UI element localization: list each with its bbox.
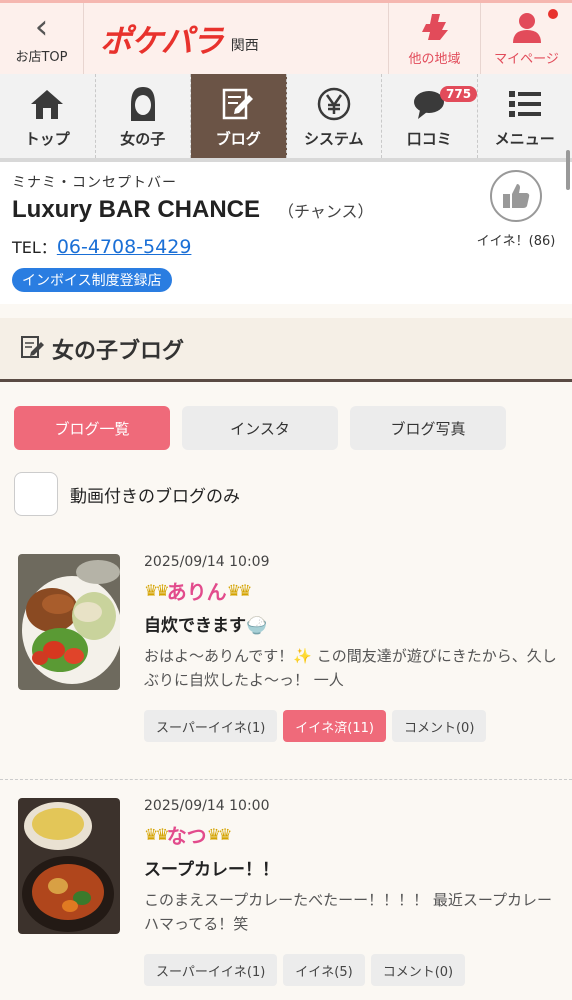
other-area-label: 他の地域 [408,52,461,67]
back-to-shop-top-button[interactable]: ‹ お店TOP [0,3,84,74]
like-button[interactable]: イイネ済(11) [283,710,386,742]
nav-item-girls[interactable]: 女の子 [96,74,191,158]
girl-name-text: なつ [166,824,207,848]
mypage-label: マイページ [494,52,559,67]
nav-label: 口コミ [406,129,452,148]
shop-name-text: Luxury BAR CHANCE [12,196,261,223]
nav-item-reviews[interactable]: 775 口コミ [382,74,478,158]
region-label: 関西 [230,37,259,54]
blog-post-list: 2025/09/14 10:09 ♛♛ ありん ♛♛ 自炊できます🍚 おはよ〜ありん… [0,554,572,1000]
tel-label: TEL： [12,238,57,257]
comment-button[interactable]: コメント(0) [391,710,487,742]
video-only-toggle[interactable]: 動画付きのブログのみ [0,450,572,516]
nav-item-blog[interactable]: ブログ [191,74,287,158]
nav-label: メニュー [494,129,555,148]
post-excerpt: おはよ〜ありんです！✨ この間友達が遊びにきたから、久しぶりに自炊したよ〜っ！ … [144,647,557,689]
home-icon [30,84,64,124]
thumbs-up-icon [490,170,542,222]
nav-label: ブログ [215,129,261,148]
area-map-icon [418,10,452,44]
post-date: 2025/09/14 10:09 [144,554,270,570]
shop-like-button[interactable]: イイネ！(86) [472,170,560,249]
bunny-icon: ♛♛ [144,825,170,844]
post-actions: スーパーイイネ(1) イイネ済(11) コメント(0) [144,710,487,742]
video-only-label: 動画付きのブログのみ [70,486,240,507]
post-body: 2025/09/14 10:00 ♛♛ なつ ♛♛ スープカレー！！ このまえスープ… [144,798,560,936]
menu-icon [508,84,541,124]
post-girl-name[interactable]: ♛♛ ありん ♛♛ [144,576,560,605]
post-actions: スーパーイイネ(1) イイネ(5) コメント(0) [144,954,466,986]
mypage-button[interactable]: マイページ [480,3,572,74]
section-heading: 女の子ブログ [0,318,572,382]
notification-dot [548,9,558,19]
comment-button[interactable]: コメント(0) [370,954,466,986]
nav-item-system[interactable]: システム [287,74,382,158]
chevron-left-icon: ‹ [34,7,49,47]
invoice-badge: インボイス制度登録店 [12,268,172,292]
super-like-button[interactable]: スーパーイイネ(1) [144,954,278,986]
shop-kana: （チャンス） [278,204,374,221]
site-logo: ポケパラ [100,21,224,60]
tel-link[interactable]: 06-4708-5429 [57,236,192,258]
bunny-icon: ♛♛ [226,581,253,600]
yen-icon [317,84,351,124]
post-thumbnail[interactable] [18,798,120,934]
nav-label: 女の子 [120,129,166,148]
bunny-icon: ♛♛ [144,581,170,600]
brand[interactable]: ポケパラ 関西 [84,3,388,74]
filter-blog-photos[interactable]: ブログ写真 [350,406,506,450]
nav-label: システム [303,129,364,148]
filter-insta[interactable]: インスタ [182,406,338,450]
nav-item-top[interactable]: トップ [0,74,96,158]
back-label: お店TOP [15,50,68,65]
blog-icon [221,84,255,124]
post-title[interactable]: スープカレー！！ [144,855,560,880]
post-thumbnail[interactable] [18,554,120,690]
post-excerpt: このまえスープカレーたべたーー！！！！ 最近スープカレーハマってる！笑 [144,891,552,933]
review-count-badge: 775 [440,86,478,102]
blog-post[interactable]: 2025/09/14 10:00 ♛♛ なつ ♛♛ スープカレー！！ このまえスープ… [0,798,572,1000]
nav-item-menu[interactable]: メニュー [478,74,572,158]
blog-icon [20,334,46,364]
video-only-checkbox[interactable] [14,472,58,516]
top-header: ‹ お店TOP ポケパラ 関西 他の地域 マイページ [0,0,572,74]
main-nav: トップ 女の子 ブログ システム 775 口コミ メニュー [0,74,572,162]
super-like-button[interactable]: スーパーイイネ(1) [144,710,278,742]
like-button[interactable]: イイネ(5) [283,954,365,986]
post-title[interactable]: 自炊できます🍚 [144,611,560,636]
user-icon [510,10,544,44]
blog-post[interactable]: 2025/09/14 10:09 ♛♛ ありん ♛♛ 自炊できます🍚 おはよ〜ありん… [0,554,572,780]
shop-info: ミナミ・コンセプトバー Luxury BAR CHANCE （チャンス） TEL：… [0,162,572,304]
post-girl-name[interactable]: ♛♛ なつ ♛♛ [144,820,560,849]
other-area-button[interactable]: 他の地域 [388,3,480,74]
nav-label: トップ [24,129,70,148]
girl-icon [128,84,158,124]
post-date: 2025/09/14 10:00 [144,798,270,814]
shop-like-count: イイネ！(86) [476,234,556,249]
section-title: 女の子ブログ [52,338,185,364]
scrollbar[interactable] [566,150,570,190]
bunny-icon: ♛♛ [206,825,233,844]
filter-blog-list[interactable]: ブログ一覧 [14,406,170,450]
girl-name-text: ありん [166,580,227,604]
post-body: 2025/09/14 10:09 ♛♛ ありん ♛♛ 自炊できます🍚 おはよ〜ありん… [144,554,560,692]
filter-buttons: ブログ一覧 インスタ ブログ写真 [0,382,572,450]
